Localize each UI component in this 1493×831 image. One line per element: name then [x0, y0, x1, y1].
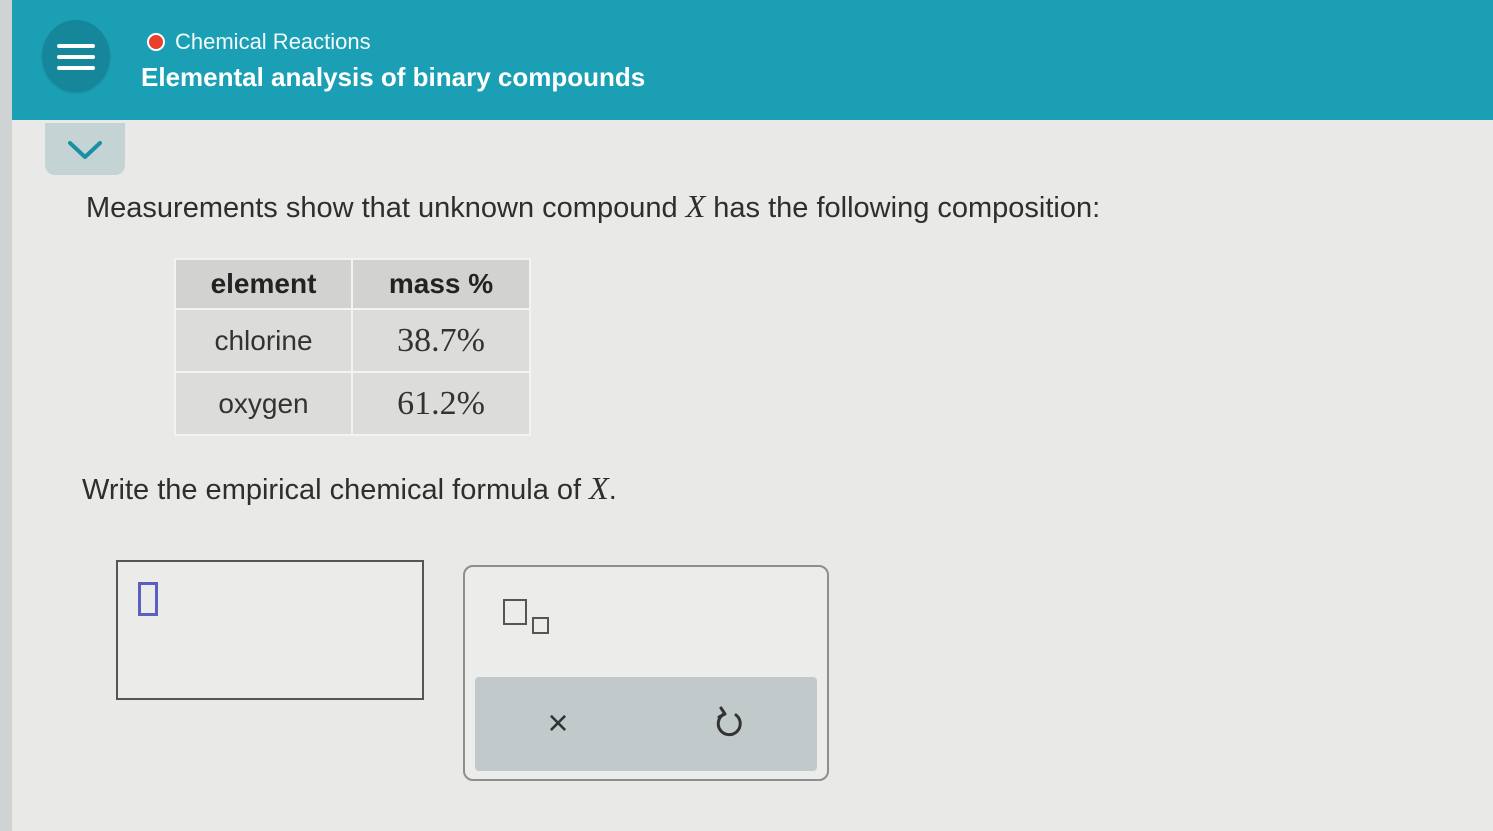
column-header-element: element: [174, 258, 353, 310]
menu-icon-bar: [57, 55, 95, 59]
topic-breadcrumb: Chemical Reactions: [147, 28, 371, 56]
prompt-variable: X: [685, 188, 706, 224]
table-row: oxygen 61.2%: [174, 371, 531, 436]
composition-table: element mass % chlorine 38.7% oxygen 61.…: [174, 258, 531, 436]
question-text-after: .: [608, 474, 617, 506]
subscript-button[interactable]: [503, 599, 557, 639]
problem-prompt: Measurements show that unknown compound …: [86, 188, 1100, 225]
header-bar: Chemical Reactions Elemental analysis of…: [12, 0, 1493, 120]
column-header-mass: mass %: [351, 258, 531, 310]
element-cell: chlorine: [174, 308, 353, 373]
table-header-row: element mass %: [174, 258, 531, 310]
topic-label: Chemical Reactions: [175, 29, 371, 54]
subscript-template-icon-small: [532, 617, 549, 634]
menu-icon-bar: [57, 44, 95, 48]
question-variable: X: [589, 470, 609, 506]
answer-input[interactable]: [116, 560, 424, 700]
mass-cell: 61.2%: [351, 371, 531, 436]
page-title: Elemental analysis of binary compounds: [141, 62, 646, 92]
menu-button[interactable]: [42, 20, 110, 92]
element-cell: oxygen: [174, 371, 353, 436]
collapse-button[interactable]: [45, 123, 125, 175]
subscript-template-icon: [503, 599, 527, 625]
topic-status-dot: [147, 33, 165, 51]
table-row: chlorine 38.7%: [174, 308, 531, 373]
undo-icon: [716, 706, 742, 737]
prompt-text-before: Measurements show that unknown compound: [86, 192, 678, 224]
input-cursor-placeholder: [138, 582, 158, 616]
formula-toolbar: ×: [463, 565, 829, 781]
undo-button[interactable]: [702, 695, 758, 751]
menu-icon-bar: [57, 66, 95, 70]
question-text: Write the empirical chemical formula of …: [82, 470, 617, 507]
clear-button[interactable]: ×: [530, 695, 586, 751]
prompt-text-after: has the following composition:: [713, 192, 1101, 224]
left-edge: [0, 0, 12, 831]
mass-cell: 38.7%: [351, 308, 531, 373]
action-bar: ×: [475, 677, 817, 771]
question-text-before: Write the empirical chemical formula of: [82, 474, 582, 506]
chevron-down-icon: [68, 141, 102, 159]
